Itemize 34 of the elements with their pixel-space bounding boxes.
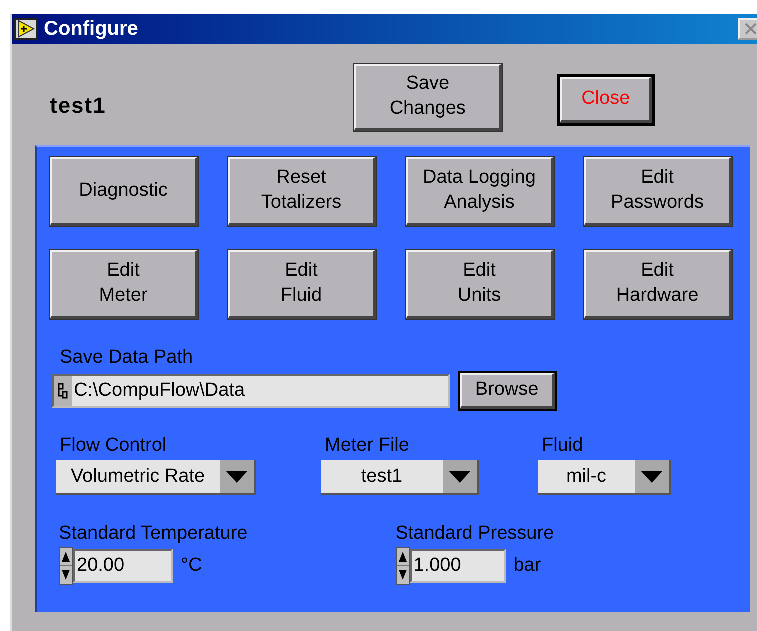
field-label: Standard Pressure (396, 523, 554, 545)
path-field[interactable]: C:\CompuFlow\Data (52, 374, 450, 408)
dropdown-arrow-icon (641, 470, 663, 482)
action-button[interactable]: Edit Fluid (228, 250, 376, 319)
spinner-icon[interactable] (59, 547, 73, 585)
action-button[interactable]: Data Logging Analysis (406, 157, 554, 226)
dropdown[interactable]: Volumetric Rate (56, 460, 256, 495)
path-icon (54, 376, 72, 406)
dropdown[interactable]: mil-c (538, 460, 671, 495)
spinner-icon[interactable] (396, 547, 410, 585)
action-button[interactable]: Edit Hardware (584, 250, 732, 319)
action-button[interactable]: Diagnostic (50, 157, 198, 226)
field-label: Fluid (542, 435, 584, 457)
browse-button[interactable]: Browse (460, 373, 555, 409)
field-label: Standard Temperature (59, 523, 248, 545)
action-button[interactable]: Edit Meter (50, 250, 198, 319)
window-title: Configure (44, 18, 138, 40)
action-button[interactable]: Edit Passwords (584, 157, 732, 226)
field-label: Meter File (325, 435, 410, 457)
save-changes-button[interactable]: Save Changes (354, 64, 502, 131)
close-icon[interactable] (738, 18, 757, 40)
configuration-name: test1 (50, 93, 106, 119)
field-label: Save Data Path (60, 347, 194, 369)
field-label: Flow Control (60, 435, 168, 457)
numeric-field[interactable]: 20.00 (73, 549, 173, 583)
numeric-field[interactable]: 1.000 (410, 549, 506, 583)
action-button[interactable]: Edit Units (406, 250, 554, 319)
app-icon (14, 18, 38, 40)
unit-label: bar (514, 555, 542, 577)
unit-label: °C (181, 555, 202, 577)
action-button[interactable]: Reset Totalizers (228, 157, 376, 226)
dropdown[interactable]: test1 (321, 460, 479, 495)
dropdown-arrow-icon (449, 470, 471, 482)
dropdown-arrow-icon (226, 470, 248, 482)
